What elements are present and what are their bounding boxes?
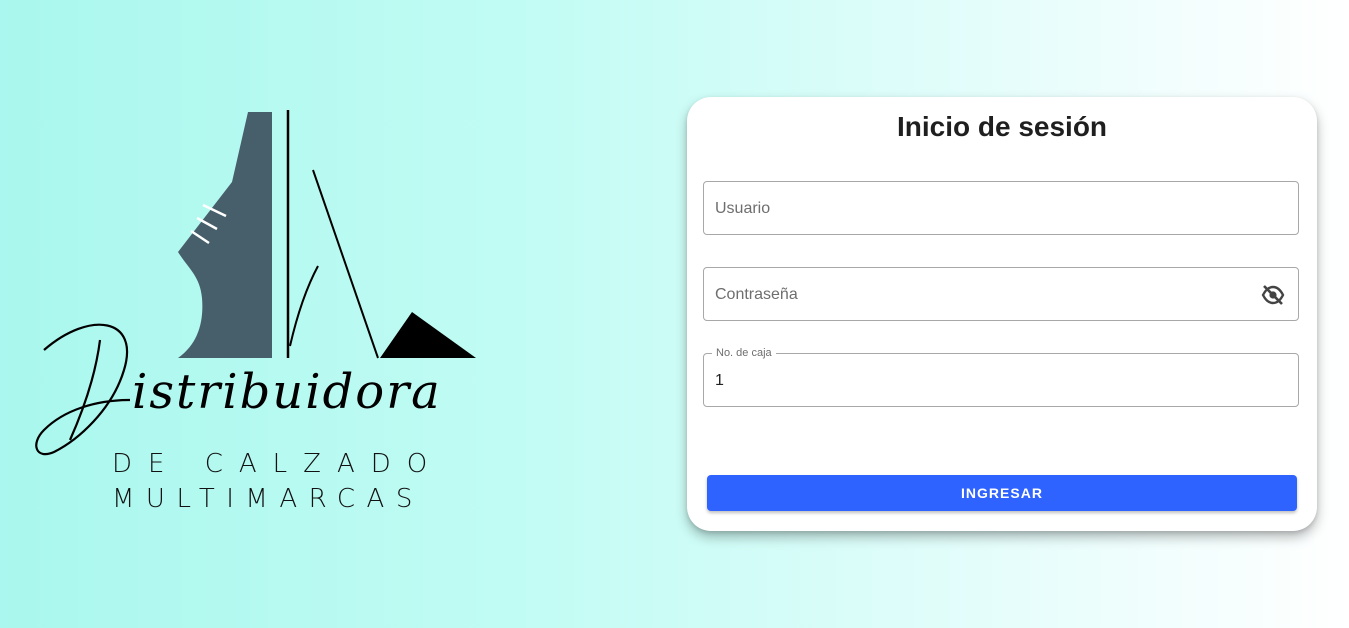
register-number-label: No. de caja: [712, 347, 776, 360]
logo-line-1: DE CALZADO: [112, 449, 444, 479]
eye-off-icon[interactable]: [1261, 284, 1285, 306]
logo-line-2: MULTIMARCAS: [112, 484, 424, 514]
register-number-value: 1: [715, 372, 724, 389]
svg-text:istribuidora: istribuidora: [132, 364, 442, 420]
login-card: Inicio de sesión Usuario Contraseña No. …: [687, 97, 1317, 531]
password-placeholder: Contraseña: [715, 286, 798, 303]
username-placeholder: Usuario: [715, 200, 771, 217]
username-field[interactable]: Usuario: [703, 181, 1299, 235]
login-title: Inicio de sesión: [896, 111, 1108, 142]
brand-logo: istribuidora DE CALZADO MULTIMARCAS: [0, 0, 600, 628]
login-submit-button[interactable]: INGRESAR: [707, 475, 1297, 511]
register-number-field[interactable]: No. de caja 1: [703, 347, 1299, 407]
password-field[interactable]: Contraseña: [703, 267, 1299, 321]
shoe-heel-logo-icon: istribuidora: [35, 110, 476, 456]
